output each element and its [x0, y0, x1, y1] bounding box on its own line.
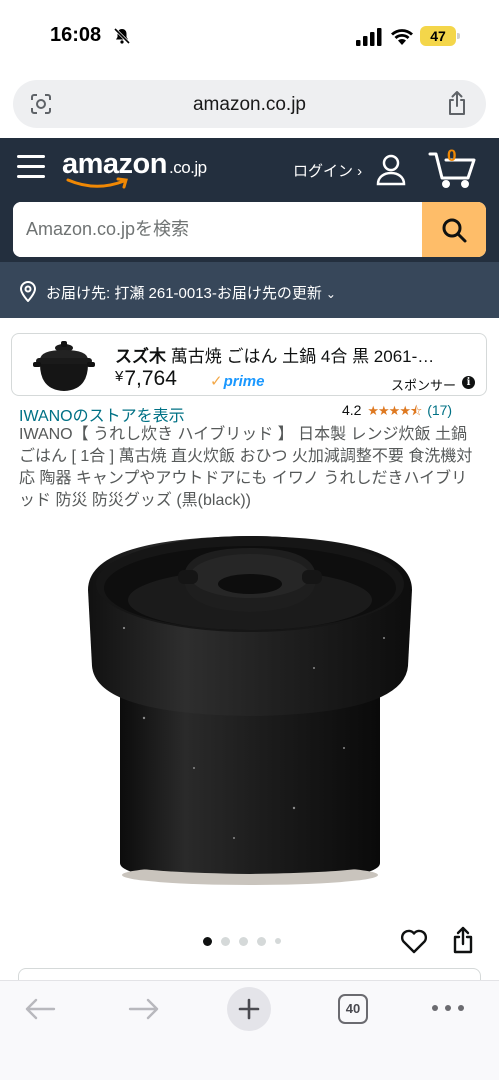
- sponsored-title-text: 萬古焼 ごはん 土鍋 4合 黒 2061-…: [166, 347, 435, 366]
- forward-arrow-icon[interactable]: [128, 997, 160, 1021]
- prime-label: prime: [223, 373, 265, 390]
- info-icon[interactable]: i: [462, 376, 475, 389]
- prime-check-icon: ✓: [210, 373, 223, 390]
- status-bar: 16:08 47: [0, 0, 499, 72]
- login-link[interactable]: ログイン ›: [293, 160, 362, 181]
- rating-summary[interactable]: 4.2 ★★★★⯪ (17): [342, 402, 452, 424]
- sponsored-product-image: [33, 341, 95, 391]
- tabs-button[interactable]: 40: [338, 994, 368, 1024]
- rating-count[interactable]: (17): [427, 402, 452, 418]
- new-tab-button[interactable]: [227, 987, 271, 1031]
- status-time: 16:08: [50, 24, 102, 46]
- carousel-dot-2[interactable]: [221, 936, 230, 946]
- price-value: 7,764: [124, 367, 177, 390]
- carousel-dot-3[interactable]: [239, 936, 248, 946]
- bell-slash-icon: [113, 27, 131, 45]
- store-link[interactable]: IWANOのストアを表示: [19, 402, 185, 426]
- signal-icon: [356, 28, 382, 46]
- location-pin-icon: [19, 281, 37, 302]
- sponsored-label: スポンサー: [390, 378, 456, 393]
- amazon-header: amazon .co.jp ログイン › 0: [0, 138, 499, 262]
- sponsored-product-card[interactable]: スズ木 萬古焼 ごはん 土鍋 4合 黒 2061-… ¥7,764 ✓prime…: [11, 333, 487, 396]
- sponsored-title[interactable]: スズ木 萬古焼 ごはん 土鍋 4合 黒 2061-…: [115, 342, 475, 367]
- url-text[interactable]: amazon.co.jp: [13, 94, 486, 116]
- share-icon[interactable]: [452, 926, 474, 954]
- more-icon[interactable]: [432, 1003, 464, 1013]
- currency-symbol: ¥: [115, 368, 124, 385]
- cart-count: 0: [447, 146, 457, 165]
- carousel-dot-4[interactable]: [257, 936, 266, 946]
- sponsored-price: ¥7,764: [115, 367, 177, 391]
- amazon-smile-icon: [66, 177, 128, 189]
- star-rating-icon: ★★★★⯪: [367, 403, 422, 418]
- search-icon: [442, 218, 467, 242]
- logo-suffix: .co.jp: [168, 158, 207, 177]
- delivery-location-bar[interactable]: お届け先: 打瀬 261-0013-お届け先の更新 ⌄: [0, 262, 499, 318]
- search-input[interactable]: [13, 202, 422, 257]
- wifi-icon: [391, 29, 413, 45]
- battery-icon: 47: [420, 26, 460, 46]
- plus-icon: [238, 998, 260, 1020]
- share-icon[interactable]: [446, 90, 468, 116]
- prime-badge: ✓prime: [210, 372, 264, 390]
- delivery-text: お届け先: 打瀬 261-0013-お届け先の更新 ⌄: [46, 282, 336, 303]
- menu-icon[interactable]: [17, 155, 45, 179]
- heart-icon[interactable]: [400, 928, 428, 954]
- user-icon[interactable]: [374, 152, 408, 186]
- carousel-dot-1[interactable]: [203, 936, 212, 946]
- chevron-down-icon: ⌄: [325, 287, 336, 301]
- carousel-dot-5[interactable]: [275, 938, 281, 944]
- product-image[interactable]: [84, 518, 416, 890]
- product-title: IWANO【 うれし炊き ハイブリッド 】 日本製 レンジ炊飯 土鍋ごはん [ …: [19, 426, 473, 509]
- image-carousel-dots[interactable]: [203, 936, 281, 946]
- delivery-address: お届け先: 打瀬 261-0013-お届け先の更新: [46, 285, 322, 302]
- search-bar: [13, 202, 486, 257]
- sponsored-brand: スズ木: [115, 347, 166, 366]
- back-arrow-icon[interactable]: [24, 997, 56, 1021]
- search-button[interactable]: [422, 202, 486, 257]
- rating-value: 4.2: [342, 402, 362, 418]
- browser-toolbar: 40: [0, 980, 499, 1080]
- address-bar[interactable]: amazon.co.jp: [13, 80, 486, 128]
